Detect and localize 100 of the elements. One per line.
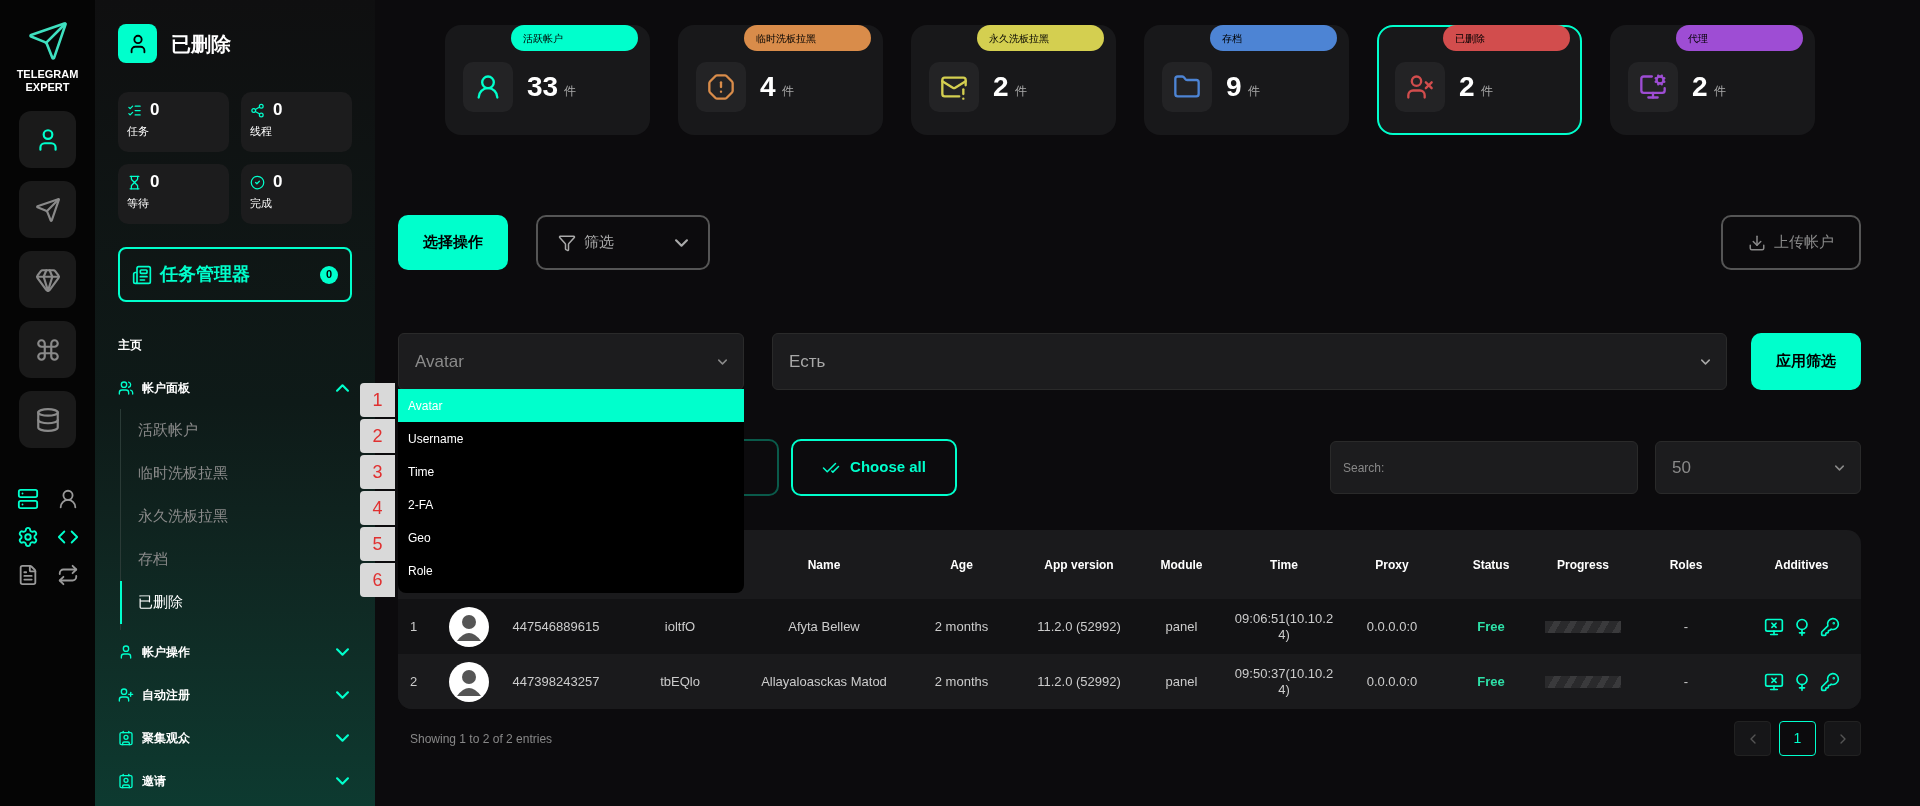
column-header: Name — [806, 556, 842, 574]
rail-button[interactable] — [19, 111, 76, 168]
table-cell-text: 09:50:37(10.10.24) — [1233, 665, 1335, 698]
chevron-icon — [336, 733, 349, 742]
table-cell-text: 2 — [409, 672, 419, 691]
table-cell-text: 1 — [409, 617, 419, 636]
rail-button[interactable] — [19, 181, 76, 238]
category-card[interactable]: 代理 2 件 — [1610, 25, 1815, 135]
stat-label: 线程 — [250, 124, 273, 139]
column-header: Roles — [1668, 556, 1704, 574]
nav-group[interactable]: 帐户操作 — [118, 630, 352, 673]
table-cell-text: 0.0.0.0:0 — [1365, 617, 1419, 636]
value-select[interactable]: Есть — [772, 333, 1727, 390]
menu-option[interactable]: Geo — [398, 521, 744, 554]
nav-item[interactable]: 永久洗板拉黑 — [120, 495, 352, 538]
choose-all-button[interactable]: Choose all — [791, 439, 957, 496]
category-badge: 代理 — [1676, 25, 1803, 51]
checklist-icon — [127, 102, 142, 118]
key-icon[interactable] — [1819, 616, 1840, 637]
category-card[interactable]: 临时洗板拉黑 4 件 — [678, 25, 883, 135]
action-button[interactable]: 选择操作 — [398, 215, 508, 270]
diamond-icon — [34, 266, 61, 293]
rail-button[interactable] — [19, 321, 76, 378]
step-marker: 1 — [360, 383, 395, 417]
monitor-x-icon[interactable] — [1763, 616, 1784, 637]
table-cell-text: 2 months — [933, 672, 990, 691]
settings-icon[interactable] — [16, 526, 39, 548]
status-label: Free — [1476, 672, 1506, 691]
chevron-icon — [336, 383, 349, 392]
nav-group[interactable]: 邀请 — [118, 759, 352, 802]
upload-button[interactable]: 上传帐户 — [1721, 215, 1861, 270]
page-title: 已删除 — [171, 31, 231, 57]
count-unit: 件 — [1480, 83, 1493, 100]
monitor-icon — [1639, 73, 1667, 101]
page-size-select[interactable]: 50 — [1655, 441, 1861, 494]
category-count: 2 — [1459, 70, 1475, 104]
avatar-icon — [448, 661, 489, 702]
table-cell-text: 447546889615 — [511, 617, 601, 636]
nav-group[interactable]: 帐户面板 — [118, 366, 352, 409]
page-button[interactable]: 1 — [1779, 721, 1816, 756]
count-unit: 件 — [1014, 83, 1027, 100]
category-badge: 存档 — [1210, 25, 1337, 51]
table-cell-text: panel — [1164, 672, 1199, 691]
category-card[interactable]: 永久洗板拉黑 2 件 — [911, 25, 1116, 135]
apply-filter-button[interactable]: 应用筛选 — [1751, 333, 1861, 390]
category-card[interactable]: 存档 9 件 — [1144, 25, 1349, 135]
chevron-icon — [718, 358, 727, 365]
table-cell-text: 0.0.0.0:0 — [1365, 672, 1419, 691]
filter-dropdown[interactable]: 筛选 — [536, 215, 710, 270]
category-count: 4 — [760, 70, 776, 104]
stat-value: 0 — [150, 100, 160, 120]
key-icon[interactable] — [1819, 671, 1840, 692]
rail-button[interactable] — [19, 391, 76, 448]
rail-button[interactable] — [19, 251, 76, 308]
stat-value: 0 — [273, 172, 283, 192]
step-marker: 2 — [360, 419, 395, 453]
nav-group[interactable]: 自动注册 — [118, 673, 352, 716]
field-select[interactable]: Avatar — [398, 333, 744, 390]
table-cell-text: - — [1682, 617, 1690, 636]
monitor-x-icon[interactable] — [1763, 671, 1784, 692]
nav-item[interactable]: 存档 — [120, 538, 352, 581]
nav-item[interactable]: 临时洗板拉黑 — [120, 452, 352, 495]
server-icon[interactable] — [16, 488, 39, 510]
hourglass-icon — [127, 174, 142, 190]
nav-group[interactable]: 聚集观众 — [118, 716, 352, 759]
document-icon — [132, 264, 152, 285]
alert-octagon-icon — [707, 73, 735, 101]
search-field[interactable]: Search: — [1330, 441, 1638, 494]
category-count: 9 — [1226, 70, 1242, 104]
menu-option[interactable]: Username — [398, 422, 744, 455]
filter-icon — [558, 233, 576, 252]
chevron-icon — [336, 776, 349, 785]
category-badge: 活跃帐户 — [511, 25, 638, 51]
table-cell-text: 447398243257 — [511, 672, 601, 691]
menu-option[interactable]: 2-FA — [398, 488, 744, 521]
nav-item[interactable]: 已删除 — [120, 581, 352, 624]
category-count: 2 — [1692, 70, 1708, 104]
column-header: Additives — [1773, 556, 1830, 574]
category-card[interactable]: 活跃帐户 33 件 — [445, 25, 650, 135]
stat-label: 完成 — [250, 196, 273, 211]
count-unit: 件 — [1247, 83, 1260, 100]
count-unit: 件 — [781, 83, 794, 100]
step-marker: 3 — [360, 455, 395, 489]
share-icon — [250, 102, 265, 118]
menu-option[interactable]: Time — [398, 455, 744, 488]
task-manager-button[interactable]: 任务管理器 0 — [118, 247, 352, 302]
nav-item[interactable]: 活跃帐户 — [120, 409, 352, 452]
task-count-badge: 0 — [320, 265, 338, 284]
download-icon — [1748, 233, 1766, 252]
category-card[interactable]: 已删除 2 件 — [1377, 25, 1582, 135]
menu-option[interactable]: Role — [398, 554, 744, 587]
table-cell-text: tbEQlo — [659, 672, 701, 691]
swap-icon[interactable] — [56, 564, 79, 586]
category-count: 2 — [993, 70, 1009, 104]
chevron-icon — [1701, 358, 1710, 365]
send-icon — [34, 196, 61, 223]
user-plus-icon — [118, 686, 134, 703]
step-marker: 4 — [360, 491, 395, 525]
user-icon — [118, 643, 134, 660]
check-circle-icon — [250, 174, 265, 190]
